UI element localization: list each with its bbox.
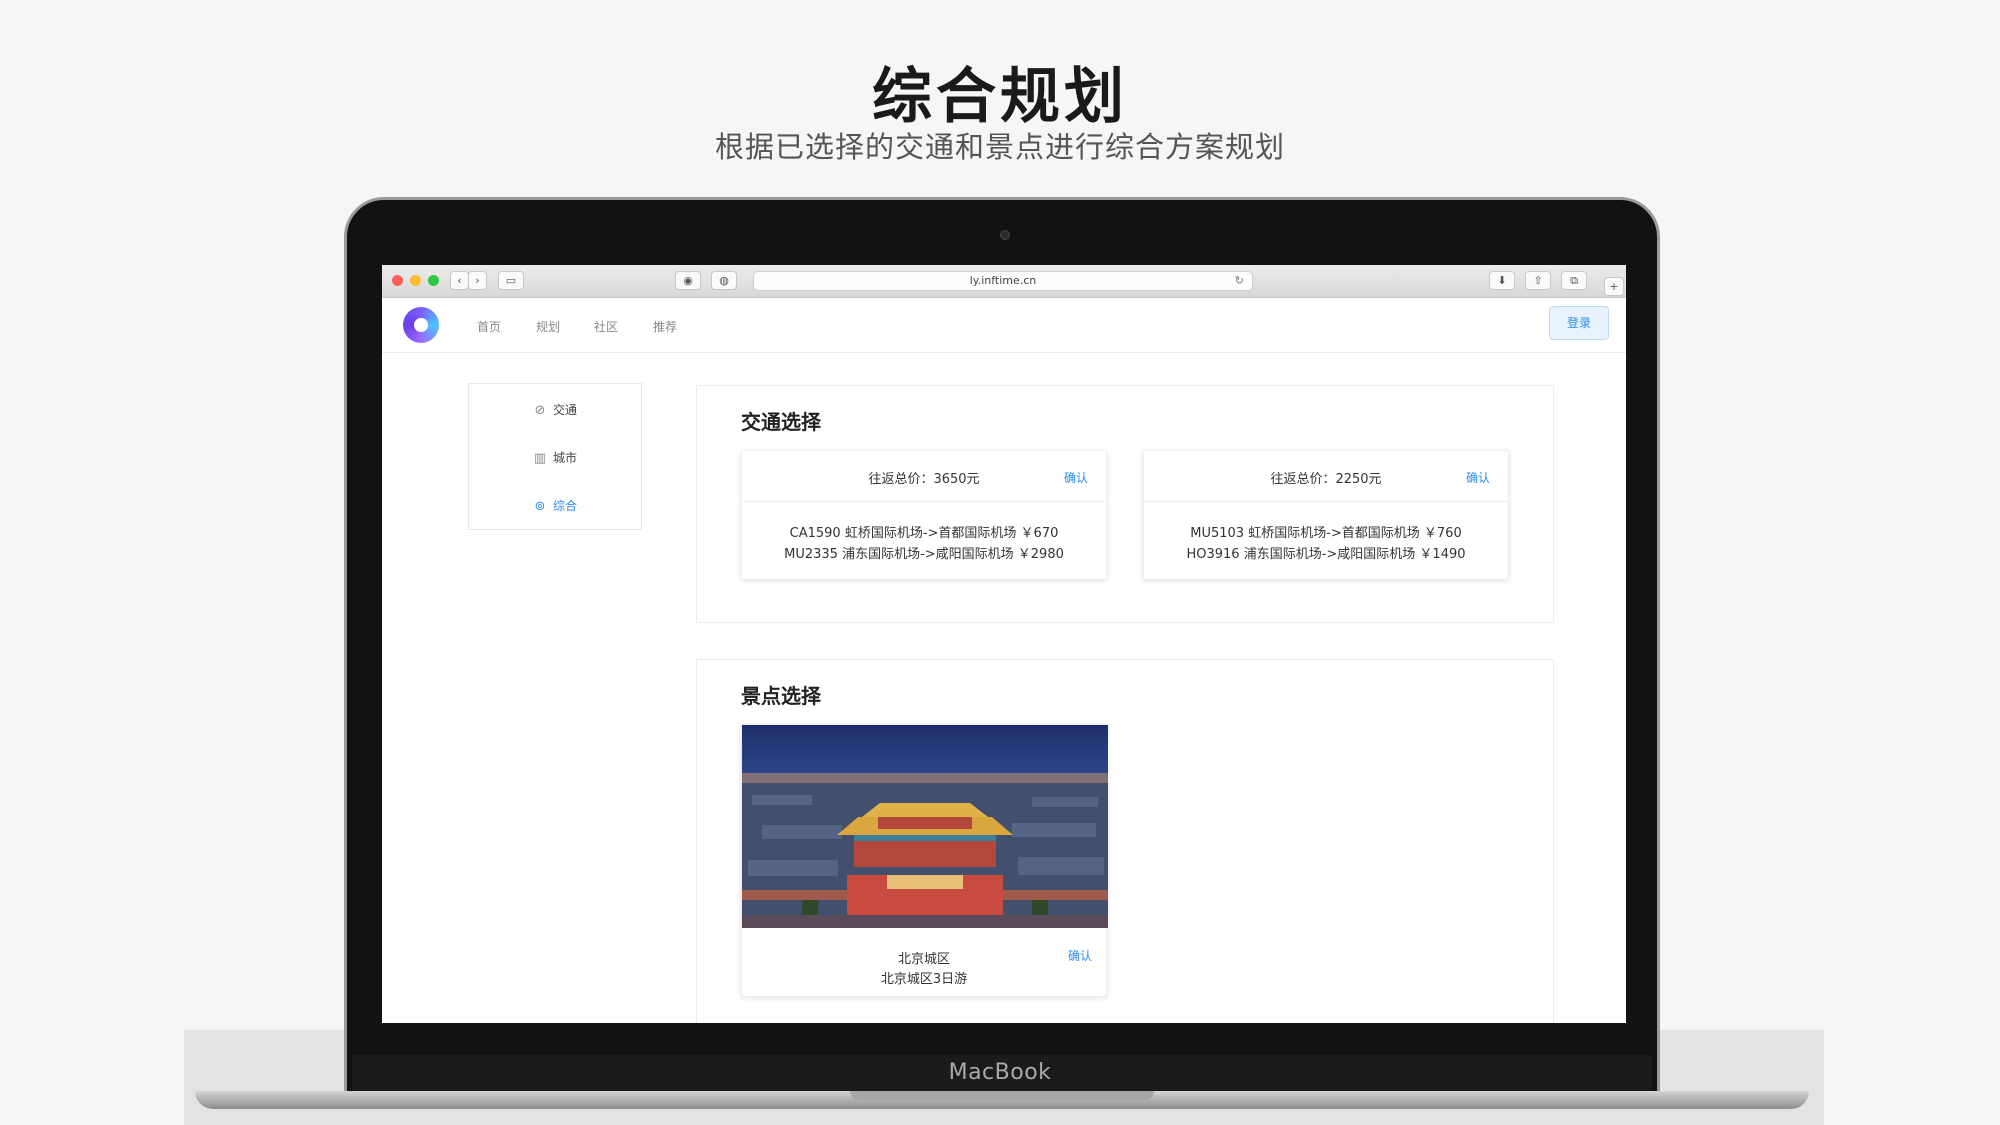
share-icon[interactable]: ⇧	[1525, 271, 1551, 290]
building-icon: ▥	[533, 451, 547, 466]
confirm-button[interactable]: 确认	[1068, 947, 1092, 964]
page-subheadline: 根据已选择的交通和景点进行综合方案规划	[714, 130, 1285, 164]
forbidden-city-photo	[742, 725, 1108, 928]
panel-title: 景点选择	[741, 684, 821, 708]
transport-panel: 交通选择 往返总价：3650元 确认 CA1590 虹桥国际机场->首都国际机场…	[696, 385, 1554, 623]
browser-toolbar: ‹ › ▭ ◉ ◍ ly.inftime.cn ↻ ⬇ ⇧ ⧉ +	[382, 265, 1626, 298]
sidebar-icon[interactable]: ▭	[498, 271, 524, 290]
app-logo[interactable]	[403, 307, 439, 343]
map-pin-icon: ⊚	[534, 499, 546, 514]
sight-description: 北京城区3日游	[880, 972, 968, 987]
minimize-window-icon[interactable]	[410, 275, 421, 286]
confirm-button[interactable]: 确认	[1466, 469, 1490, 486]
card-header: 往返总价：2250元 确认	[1144, 451, 1508, 502]
panel-title: 交通选择	[741, 410, 821, 434]
download-icon[interactable]: ⬇	[1489, 271, 1515, 290]
url-text: ly.inftime.cn	[969, 274, 1037, 287]
flight-line: MU5103 虹桥国际机场->首都国际机场 ￥760	[1190, 526, 1462, 541]
side-item-city[interactable]: ▥ 城市	[469, 449, 641, 466]
login-button[interactable]: 登录	[1549, 306, 1609, 340]
side-item-label: 城市	[552, 451, 577, 465]
transport-option-card: 往返总价：2250元 确认 MU5103 虹桥国际机场->首都国际机场 ￥760…	[1143, 450, 1509, 580]
confirm-button[interactable]: 确认	[1064, 469, 1088, 486]
address-bar[interactable]: ly.inftime.cn ↻	[753, 271, 1253, 291]
total-price: 往返总价：3650元	[868, 472, 980, 487]
forward-icon[interactable]: ›	[468, 271, 487, 290]
nav-plan[interactable]: 规划	[536, 318, 560, 335]
nav-recommend[interactable]: 推荐	[653, 318, 677, 335]
side-item-transport[interactable]: ⊘ 交通	[469, 401, 641, 418]
macbook-brand: MacBook	[948, 1060, 1052, 1085]
transport-option-card: 往返总价：3650元 确认 CA1590 虹桥国际机场->首都国际机场 ￥670…	[741, 450, 1107, 580]
nav-home[interactable]: 首页	[477, 318, 501, 335]
app-navbar: 首页 规划 社区 推荐 登录	[382, 298, 1626, 353]
flight-line: CA1590 虹桥国际机场->首都国际机场 ￥670	[789, 526, 1059, 541]
back-icon[interactable]: ‹	[450, 271, 469, 290]
sight-name: 北京城区	[897, 952, 950, 967]
new-tab-icon[interactable]: +	[1604, 277, 1624, 296]
side-menu: ⊘ 交通 ▥ 城市 ⊚ 综合	[468, 383, 642, 530]
reader-icon[interactable]: ◉	[675, 271, 701, 290]
side-item-overall[interactable]: ⊚ 综合	[469, 497, 641, 514]
browser-window: ‹ › ▭ ◉ ◍ ly.inftime.cn ↻ ⬇ ⇧ ⧉ + 首页 规划 …	[382, 265, 1626, 1023]
side-item-label: 综合	[552, 499, 577, 513]
zoom-window-icon[interactable]	[428, 275, 439, 286]
card-header: 往返总价：3650元 确认	[742, 451, 1106, 502]
total-price: 往返总价：2250元	[1270, 472, 1382, 487]
flight-line: MU2335 浦东国际机场->咸阳国际机场 ￥2980	[784, 547, 1064, 562]
privacy-icon[interactable]: ◍	[711, 271, 737, 290]
page-headline: 综合规划	[872, 62, 1128, 132]
close-window-icon[interactable]	[392, 275, 403, 286]
sights-panel: 景点选择 北京城区 北京城区3日游 确认	[696, 659, 1554, 1023]
compass-icon: ⊘	[534, 403, 546, 418]
flight-line: HO3916 浦东国际机场->咸阳国际机场 ￥1490	[1186, 547, 1466, 562]
nav-community[interactable]: 社区	[594, 318, 618, 335]
camera-icon	[1000, 230, 1010, 240]
tabs-icon[interactable]: ⧉	[1561, 271, 1587, 290]
sight-card: 北京城区 北京城区3日游 确认	[741, 724, 1108, 997]
macbook-notch	[850, 1091, 1154, 1100]
side-item-label: 交通	[552, 403, 577, 417]
reload-icon[interactable]: ↻	[1235, 272, 1244, 290]
